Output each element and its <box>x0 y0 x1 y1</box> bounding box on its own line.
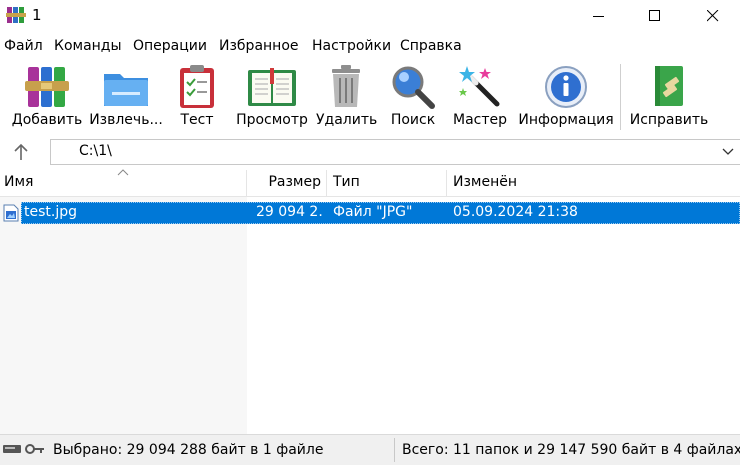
column-name-label: Имя <box>4 174 34 190</box>
clipboard-check-icon <box>180 65 214 108</box>
repair-label: Исправить <box>629 112 709 128</box>
column-modified-label: Изменён <box>453 174 518 190</box>
file-size: 29 094 2... <box>256 204 324 220</box>
add-label: Добавить <box>11 112 83 128</box>
wizard-button[interactable]: Мастер <box>450 60 510 132</box>
column-modified[interactable]: Изменён <box>447 170 740 196</box>
test-button[interactable]: Тест <box>170 60 224 132</box>
menu-operations[interactable]: Операции <box>133 38 207 54</box>
maximize-button[interactable] <box>632 0 678 32</box>
chevron-down-icon[interactable] <box>722 147 734 157</box>
magic-wand-icon <box>459 66 500 107</box>
magnifier-icon <box>392 66 435 109</box>
address-bar: C:\1\ <box>0 137 740 167</box>
window-title: 1 <box>32 6 42 24</box>
status-divider <box>394 438 395 462</box>
name-column-background <box>0 197 247 434</box>
info-icon <box>545 66 587 108</box>
title-bar: 1 <box>0 0 740 32</box>
extract-button[interactable]: Извлечь... <box>88 60 164 132</box>
address-path: C:\1\ <box>79 143 112 159</box>
status-selection: Выбрано: 29 094 288 байт в 1 файле <box>53 442 324 458</box>
maximize-icon <box>649 10 660 21</box>
close-button[interactable] <box>690 0 736 32</box>
repair-button[interactable]: Исправить <box>628 60 710 132</box>
minimize-icon <box>593 16 604 17</box>
file-name: test.jpg <box>24 204 77 220</box>
column-name[interactable]: Имя <box>0 169 247 196</box>
file-list-header: Имя Размер Тип Изменён <box>0 169 740 197</box>
column-size[interactable]: Размер <box>247 170 327 196</box>
file-list[interactable]: test.jpg 29 094 2... Файл "JPG" 05.09.20… <box>0 197 740 434</box>
file-type: Файл "JPG" <box>333 204 413 220</box>
status-total: Всего: 11 папок и 29 147 590 байт в 4 фа… <box>402 442 740 458</box>
address-field[interactable]: C:\1\ <box>50 139 740 165</box>
menu-bar: Файл Команды Операции Избранное Настройк… <box>0 36 740 58</box>
info-label: Информация <box>518 112 614 128</box>
open-book-icon <box>248 68 296 106</box>
column-type[interactable]: Тип <box>327 170 447 196</box>
extract-label: Извлечь... <box>89 112 163 128</box>
sort-ascending-icon <box>117 169 129 176</box>
file-modified: 05.09.2024 21:38 <box>453 204 578 220</box>
toolbar-separator <box>620 64 621 130</box>
test-label: Тест <box>180 112 214 128</box>
delete-button[interactable]: Удалить <box>316 60 378 132</box>
menu-commands[interactable]: Команды <box>54 38 122 54</box>
menu-settings[interactable]: Настройки <box>312 38 391 54</box>
archive-books-icon <box>25 67 69 107</box>
image-file-icon <box>3 204 19 222</box>
add-button[interactable]: Добавить <box>10 60 84 132</box>
find-button[interactable]: Поиск <box>386 60 440 132</box>
toolbar: Добавить Извлечь... Тест Просмотр Удалит… <box>0 60 740 134</box>
arrow-up-icon <box>14 143 28 160</box>
delete-label: Удалить <box>316 112 378 128</box>
repair-book-icon <box>655 66 683 106</box>
column-type-label: Тип <box>333 174 360 190</box>
info-button[interactable]: Информация <box>518 60 614 132</box>
view-button[interactable]: Просмотр <box>232 60 312 132</box>
close-icon <box>707 10 719 22</box>
status-bar: Выбрано: 29 094 288 байт в 1 файле Всего… <box>0 434 740 465</box>
table-row[interactable]: test.jpg 29 094 2... Файл "JPG" 05.09.20… <box>0 202 740 224</box>
folder-icon <box>104 74 148 106</box>
column-size-label: Размер <box>268 174 321 190</box>
menu-file[interactable]: Файл <box>4 38 43 54</box>
winrar-app-icon[interactable] <box>6 5 26 25</box>
wizard-label: Мастер <box>452 112 507 128</box>
minimize-button[interactable] <box>576 0 622 32</box>
menu-help[interactable]: Справка <box>400 38 462 54</box>
menu-favorites[interactable]: Избранное <box>219 38 299 54</box>
view-label: Просмотр <box>236 112 308 128</box>
find-label: Поиск <box>390 112 436 128</box>
drive-key-icon[interactable] <box>2 441 46 457</box>
trash-can-icon <box>332 65 360 107</box>
up-folder-button[interactable] <box>8 142 34 162</box>
